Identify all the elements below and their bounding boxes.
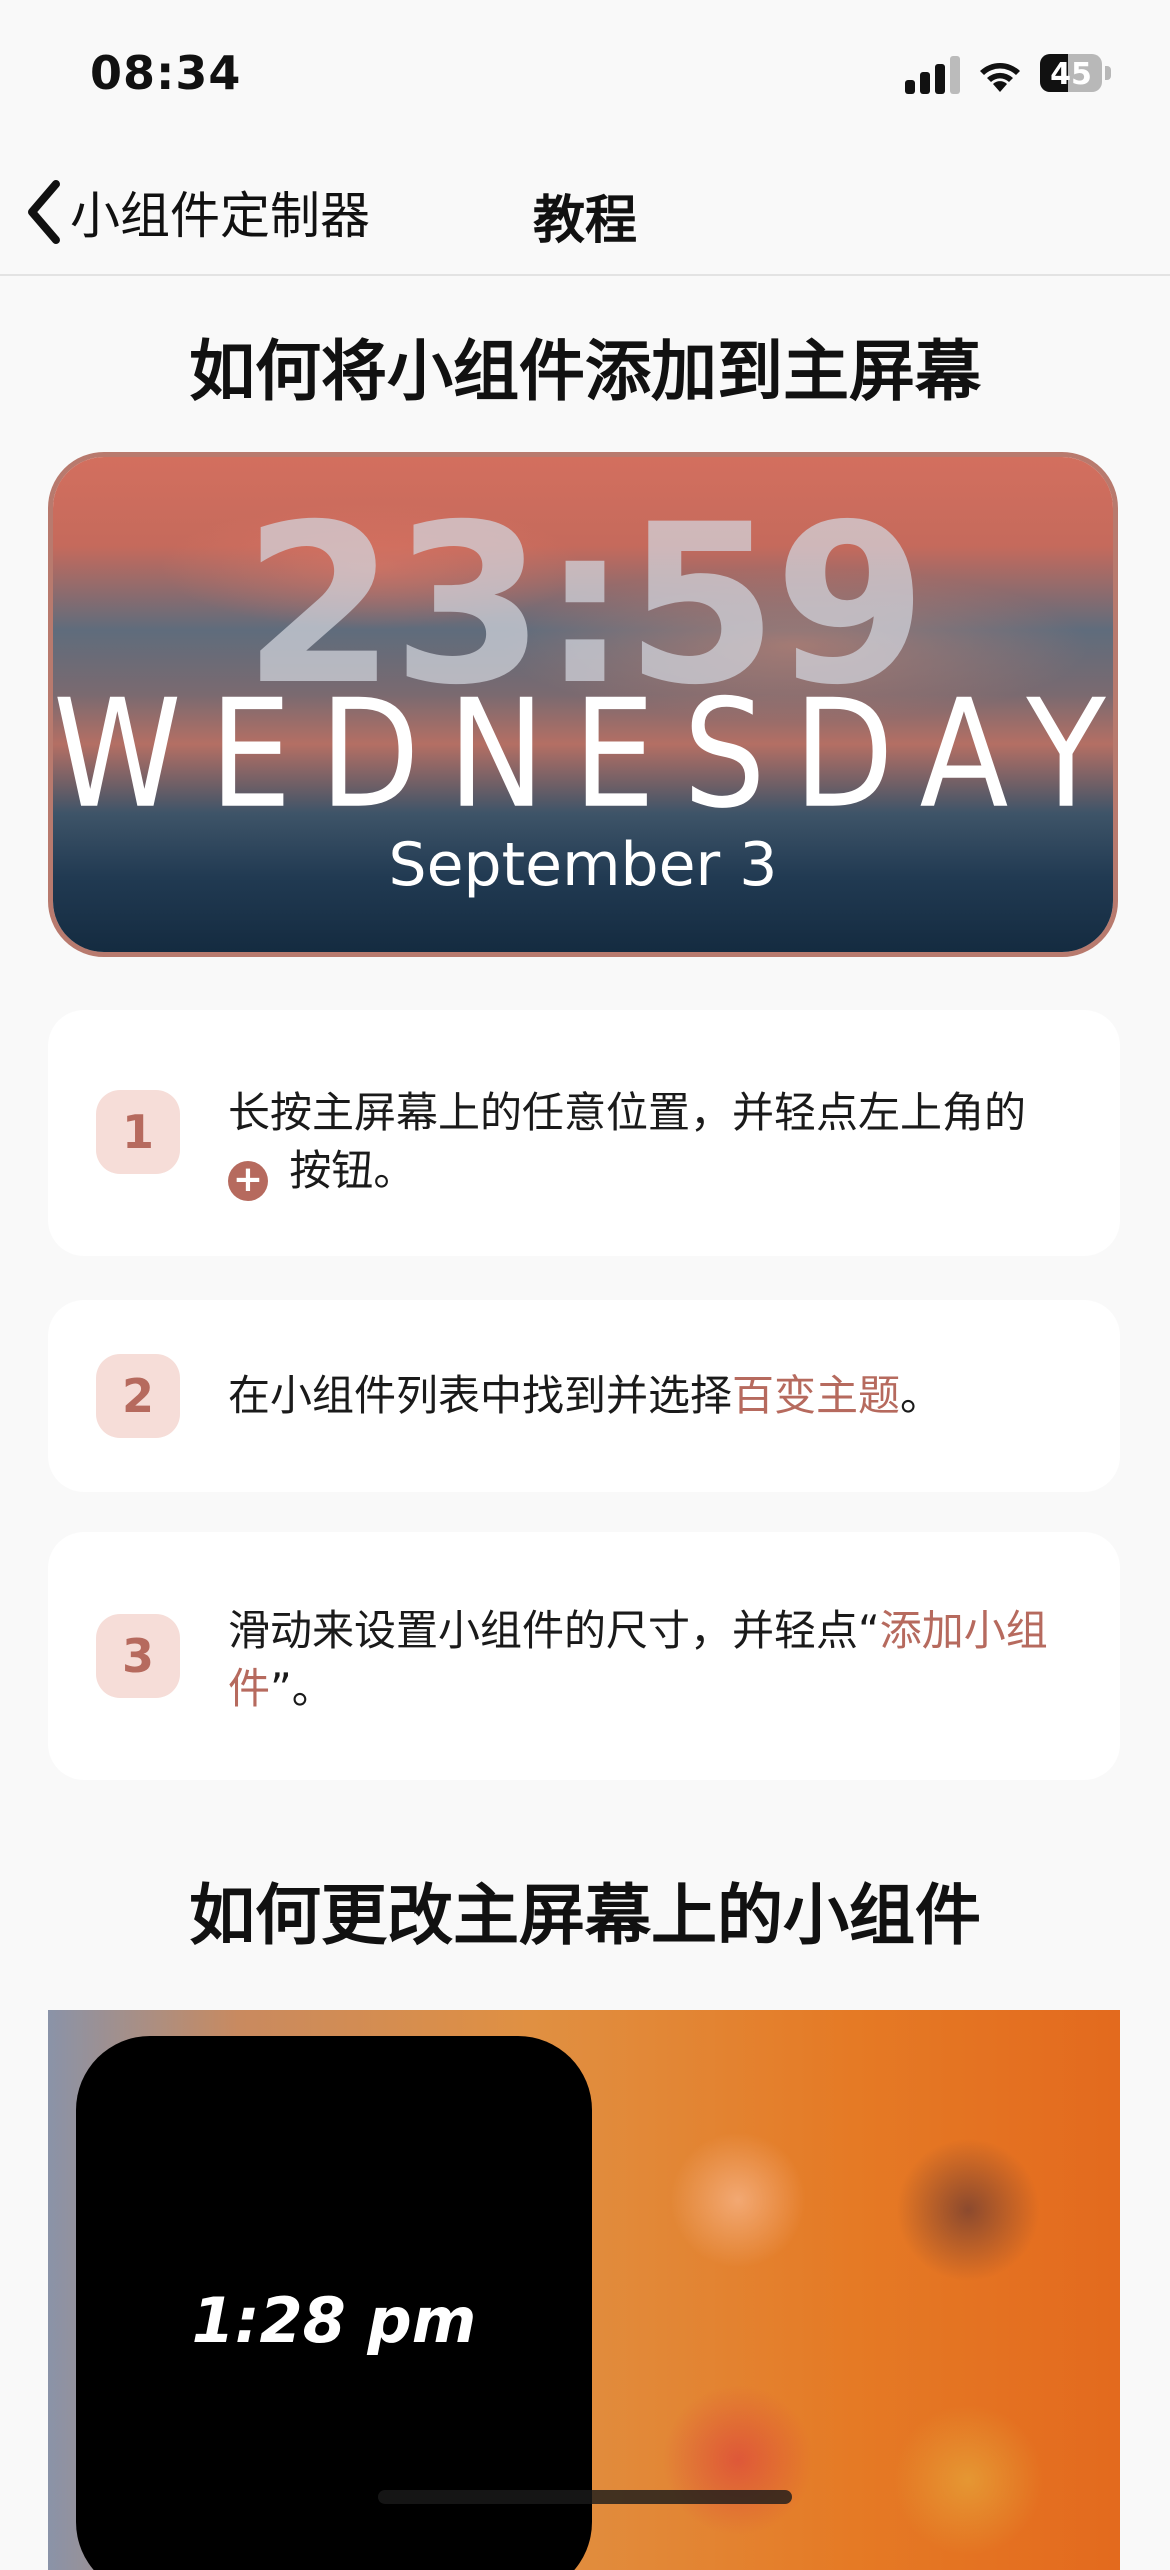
step-text-part: 滑动来设置小组件的尺寸，并轻点“: [228, 1606, 880, 1655]
widget-time: 1:28 pm: [191, 2284, 477, 2357]
section-title-add-widget: 如何将小组件添加到主屏幕: [189, 333, 981, 410]
step-card-3: 3 滑动来设置小组件的尺寸，并轻点“添加小组件”。: [48, 1532, 1120, 1780]
step-text-part: 长按主屏幕上的任意位置，并轻点左上角的: [228, 1088, 1027, 1137]
page-title: 教程: [532, 191, 637, 251]
step-text: 在小组件列表中找到并选择百变主题。: [228, 1367, 1158, 1425]
battery-percentage: 45: [1050, 57, 1092, 92]
step-number-badge: 1: [96, 1090, 180, 1174]
step-text-part: ”。: [270, 1664, 334, 1713]
status-time: 08:34: [90, 46, 242, 100]
home-indicator[interactable]: [378, 2490, 792, 2504]
status-bar: 08:34 45: [0, 0, 1170, 150]
cellular-signal-icon: [905, 54, 963, 94]
step-text-part: 按钮。: [276, 1146, 416, 1195]
step-text: 滑动来设置小组件的尺寸，并轻点“添加小组件”。: [228, 1602, 1148, 1718]
step-text-part: 。: [900, 1371, 943, 1420]
step-card-2: 2 在小组件列表中找到并选择百变主题。: [48, 1300, 1120, 1492]
widget-theme-name: 百变主题: [732, 1371, 901, 1420]
section-title-change-widget: 如何更改主屏幕上的小组件: [189, 1877, 981, 1954]
preview-weekday: WEDNESDAY: [53, 666, 1118, 842]
preview-date: September 3: [388, 830, 778, 900]
navigation-bar: 小组件定制器 教程: [0, 150, 1170, 276]
widget-preview-image: 23:59 WEDNESDAY September 3: [48, 452, 1118, 957]
battery-icon: 45: [1040, 54, 1112, 94]
step-number-badge: 3: [96, 1614, 180, 1698]
step-text: 长按主屏幕上的任意位置，并轻点左上角的 + 按钮。: [228, 1084, 1158, 1201]
wifi-icon: [980, 63, 1020, 92]
step-card-1: 1 长按主屏幕上的任意位置，并轻点左上角的 + 按钮。: [48, 1010, 1120, 1256]
home-screen-demo-image: 1:28 pm: [48, 2010, 1120, 2570]
plus-circle-icon: +: [228, 1161, 268, 1201]
step-text-part: 在小组件列表中找到并选择: [228, 1371, 733, 1420]
step-number-badge: 2: [96, 1354, 180, 1438]
